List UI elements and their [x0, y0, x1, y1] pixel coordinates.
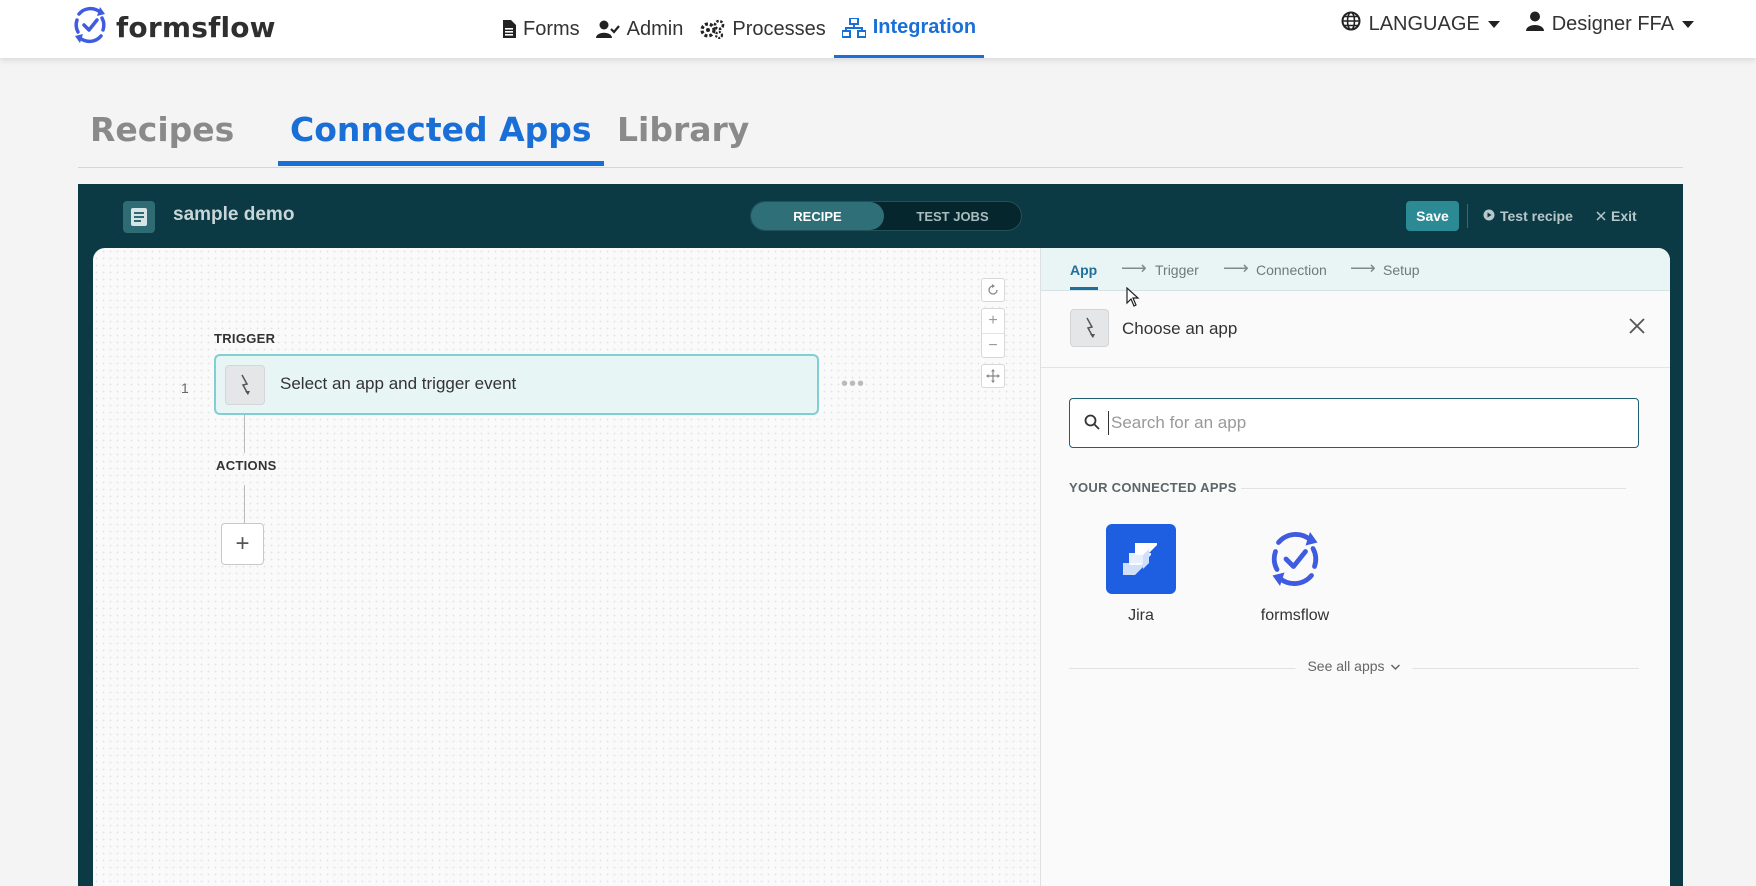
tab-library[interactable]: Library: [617, 108, 749, 166]
trigger-step-card[interactable]: Select an app and trigger event: [214, 354, 819, 415]
integration-tabs: Recipes Connected Apps Library: [78, 108, 1683, 168]
connector-line: [244, 415, 245, 453]
nav-item-label: Forms: [523, 17, 580, 40]
arrow-right-icon: ⟶: [1350, 258, 1376, 278]
formsflow-logo-icon: [72, 5, 108, 50]
lightning-icon: [225, 365, 265, 405]
active-step-indicator: [1070, 287, 1098, 290]
caret-down-icon: [1487, 20, 1500, 28]
more-options-icon[interactable]: •••: [841, 373, 865, 396]
add-action-button[interactable]: +: [221, 523, 264, 565]
brand-name: formsflow: [116, 11, 276, 44]
step-trigger[interactable]: Trigger: [1155, 262, 1199, 278]
test-recipe-label: Test recipe: [1500, 208, 1573, 224]
nav-item-forms[interactable]: Forms: [494, 0, 588, 58]
step-setup[interactable]: Setup: [1383, 262, 1420, 278]
zoom-in-icon[interactable]: +: [982, 309, 1004, 333]
user-dropdown[interactable]: Designer FFA: [1525, 11, 1694, 37]
formsflow-logo-icon: [1260, 524, 1330, 594]
editor-header: sample demo RECIPE TEST JOBS Save Test r…: [78, 184, 1683, 248]
top-navbar: formsflow Forms Admin Processes Integrat…: [0, 0, 1756, 58]
step-number: 1: [181, 380, 189, 396]
search-icon: [1084, 414, 1100, 435]
zoom-controls: + −: [981, 278, 1005, 388]
header-divider: [1467, 204, 1468, 228]
tab-recipes[interactable]: Recipes: [90, 108, 234, 166]
arrow-right-icon: ⟶: [1121, 258, 1147, 278]
app-search-input[interactable]: [1108, 411, 1618, 435]
cogs-icon: [699, 19, 725, 39]
see-all-apps: See all apps: [1069, 658, 1639, 678]
tab-connected-apps[interactable]: Connected Apps: [278, 108, 604, 166]
app-tile-jira[interactable]: Jira: [1091, 524, 1191, 625]
chevron-down-icon: [1391, 658, 1401, 674]
connected-apps-title: YOUR CONNECTED APPS: [1069, 480, 1237, 495]
actions-section-label: ACTIONS: [216, 458, 277, 473]
save-button[interactable]: Save: [1406, 201, 1459, 231]
step-connection[interactable]: Connection: [1256, 262, 1327, 278]
exit-button[interactable]: Exit: [1596, 208, 1637, 224]
nav-item-label: Processes: [732, 17, 826, 40]
sitemap-icon: [841, 17, 866, 38]
test-recipe-button[interactable]: Test recipe: [1483, 208, 1573, 224]
user-name: Designer FFA: [1551, 12, 1674, 35]
connector-line: [244, 485, 245, 523]
trigger-step-text: Select an app and trigger event: [280, 374, 517, 393]
app-name: Jira: [1128, 607, 1154, 624]
recipe-editor: sample demo RECIPE TEST JOBS Save Test r…: [78, 184, 1683, 886]
see-all-apps-link[interactable]: See all apps: [1295, 658, 1413, 674]
mode-test-jobs-button[interactable]: TEST JOBS: [884, 202, 1021, 230]
recipe-canvas[interactable]: TRIGGER 1 Select an app and trigger even…: [93, 248, 1040, 886]
caret-down-icon: [1682, 20, 1694, 28]
user-icon: [1525, 11, 1544, 37]
choose-app-title: Choose an app: [1122, 319, 1238, 338]
main-nav: Forms Admin Processes Integration: [494, 0, 985, 58]
divider: [1241, 488, 1626, 489]
nav-item-processes[interactable]: Processes: [691, 0, 833, 58]
close-icon: [1596, 208, 1606, 224]
language-label: LANGUAGE: [1368, 12, 1480, 35]
see-all-label: See all apps: [1307, 658, 1385, 674]
app-name: formsflow: [1260, 607, 1330, 624]
wizard-steps: App ⟶ Trigger ⟶ Connection ⟶ Setup: [1041, 248, 1670, 291]
mode-toggle: RECIPE TEST JOBS: [750, 201, 1022, 231]
nav-item-integration[interactable]: Integration: [833, 0, 985, 58]
file-icon: [502, 20, 516, 38]
play-circle-icon: [1483, 208, 1495, 224]
nav-right: LANGUAGE Designer FFA: [1341, 0, 1694, 48]
language-dropdown[interactable]: LANGUAGE: [1341, 11, 1500, 37]
fit-view-icon[interactable]: [981, 364, 1005, 388]
jira-icon: [1106, 524, 1176, 594]
recipe-name[interactable]: sample demo: [173, 204, 294, 226]
globe-icon: [1341, 11, 1361, 37]
app-tile-formsflow[interactable]: formsflow: [1245, 524, 1345, 625]
step-app[interactable]: App: [1070, 262, 1097, 278]
mode-recipe-button[interactable]: RECIPE: [751, 202, 884, 230]
zoom-out-icon[interactable]: −: [982, 333, 1004, 357]
close-icon[interactable]: [1629, 315, 1645, 339]
zoom-group: + −: [981, 308, 1005, 358]
lightning-icon: [1070, 309, 1109, 347]
nav-item-label: Admin: [626, 17, 684, 40]
user-check-icon: [595, 20, 620, 38]
mouse-cursor-icon: [1126, 286, 1140, 312]
brand[interactable]: formsflow: [72, 5, 276, 50]
reset-view-icon[interactable]: [981, 278, 1005, 302]
trigger-section-label: TRIGGER: [214, 331, 276, 346]
nav-item-admin[interactable]: Admin: [588, 0, 692, 58]
app-search-box: [1069, 398, 1639, 448]
app-picker-panel: App ⟶ Trigger ⟶ Connection ⟶ Setup Choos…: [1040, 248, 1670, 886]
exit-label: Exit: [1611, 208, 1637, 224]
nav-item-label: Integration: [872, 16, 977, 38]
arrow-right-icon: ⟶: [1223, 258, 1249, 278]
document-icon: [123, 201, 155, 233]
